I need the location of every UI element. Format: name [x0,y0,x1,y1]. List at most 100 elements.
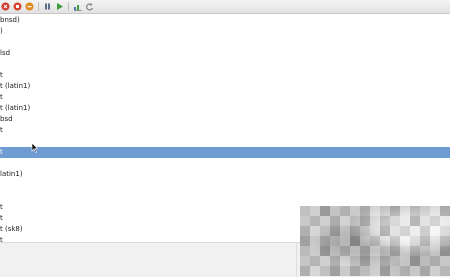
list-item[interactable] [0,158,450,169]
preview-pixel [380,236,390,246]
preview-pixel [440,206,450,216]
preview-pixel [330,256,340,266]
preview-pixel [440,236,450,246]
preview-pixel [420,236,430,246]
mouse-cursor-icon [31,143,38,153]
refresh-icon [86,3,94,11]
preview-pixel [300,206,310,216]
preview-pixel [430,206,440,216]
list-item[interactable]: t (latin1) [0,103,450,114]
preview-pixel [330,226,340,236]
preview-pixel [340,236,350,246]
preview-pixel [340,226,350,236]
list-item[interactable] [0,59,450,70]
preview-pixel [430,226,440,236]
minus-circle-button[interactable] [25,2,34,11]
chart-icon [74,5,82,11]
preview-pixel [330,216,340,226]
pause-button[interactable] [43,2,52,11]
refresh-button[interactable] [85,2,94,11]
list-item[interactable] [0,37,450,48]
preview-pixel [320,256,330,266]
preview-pixel [380,226,390,236]
preview-pixel [420,226,430,236]
stop-circle-button[interactable] [13,2,22,11]
preview-pixel [400,226,410,236]
preview-pixel [440,216,450,226]
preview-pixel [310,216,320,226]
minus-circle-icon [25,2,34,11]
preview-pixel [390,216,400,226]
preview-pixel [430,266,440,276]
preview-pixel [370,236,380,246]
preview-pixel [390,266,400,276]
preview-pixel [380,216,390,226]
preview-pixel [350,256,360,266]
preview-pixel [370,226,380,236]
list-item[interactable]: t (latin1) [0,81,450,92]
preview-pixel [430,256,440,266]
toolbar [0,0,450,14]
preview-pixel [430,216,440,226]
preview-pixel [350,266,360,276]
close-circle-button[interactable] [1,2,10,11]
preview-pixel [340,206,350,216]
list-item[interactable] [0,136,450,147]
preview-pixel [310,206,320,216]
preview-pixel [360,236,370,246]
preview-pixel [310,236,320,246]
preview-pixel [410,226,420,236]
status-field [0,243,297,277]
preview-pixel [390,246,400,256]
preview-pixel [420,256,430,266]
list-item[interactable]: lsd [0,48,450,59]
preview-image [300,206,450,276]
list-item[interactable] [0,180,450,191]
preview-pixel [300,226,310,236]
play-button[interactable] [55,2,64,11]
preview-pixel [360,246,370,256]
preview-pixel [390,226,400,236]
preview-pixel [350,246,360,256]
preview-pixel [400,266,410,276]
preview-pixel [300,256,310,266]
preview-pixel [410,246,420,256]
preview-pixel [410,266,420,276]
preview-pixel [420,246,430,256]
preview-pixel [320,226,330,236]
preview-pixel [410,206,420,216]
list-item[interactable]: bnsd) [0,15,450,26]
preview-pixel [380,206,390,216]
preview-pixel [400,246,410,256]
preview-pixel [430,246,440,256]
list-item[interactable]: t [0,125,450,136]
preview-pixel [410,256,420,266]
preview-pixel [440,226,450,236]
preview-pixel [350,216,360,226]
preview-pixel [320,236,330,246]
list-item[interactable]: ) [0,26,450,37]
preview-pixel [400,206,410,216]
preview-pixel [400,216,410,226]
list-item[interactable]: bsd [0,114,450,125]
preview-pixel [440,246,450,256]
preview-pixel [340,256,350,266]
preview-pixel [420,216,430,226]
list-item[interactable]: latin1) [0,169,450,180]
preview-pixel [400,236,410,246]
preview-pixel [430,236,440,246]
chart-button[interactable] [73,2,82,11]
preview-pixel [420,266,430,276]
preview-pixel [330,246,340,256]
preview-pixel [360,216,370,226]
list-item-selected[interactable]: t [0,147,450,158]
toolbar-separator [68,2,69,11]
preview-pixel [300,266,310,276]
list-item[interactable] [0,191,450,202]
list-item[interactable]: t [0,92,450,103]
list-item[interactable]: t [0,70,450,81]
preview-pixel [320,216,330,226]
preview-pixel [340,246,350,256]
preview-pixel [340,266,350,276]
preview-pixel [330,236,340,246]
